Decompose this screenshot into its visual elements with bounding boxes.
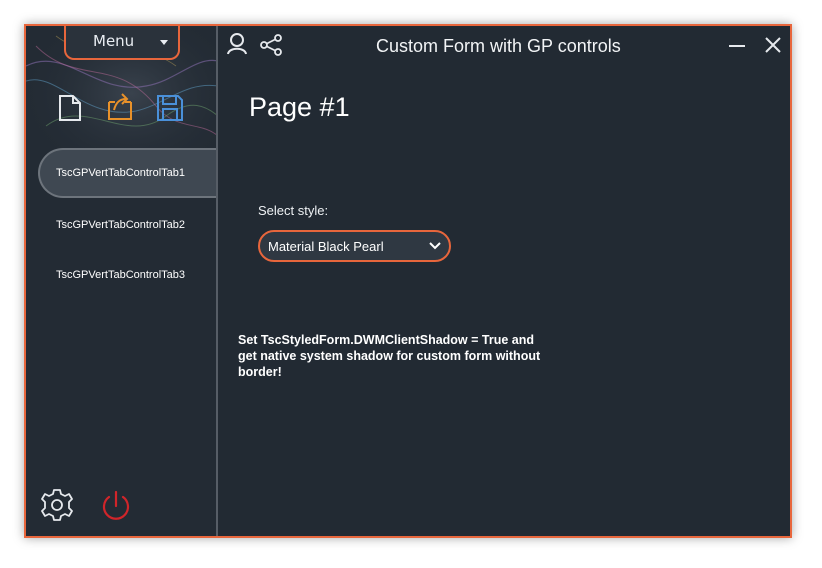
menu-button[interactable]: Menu (64, 26, 180, 60)
style-select-value: Material Black Pearl (268, 239, 384, 254)
power-icon[interactable] (100, 489, 132, 523)
info-note: Set TscStyledForm.DWMClientShadow = True… (238, 333, 541, 379)
tab-2[interactable]: TscGPVertTabControlTab2 (26, 206, 216, 246)
window-title: Custom Form with GP controls (376, 36, 621, 56)
tab-3-label: TscGPVertTabControlTab3 (56, 269, 186, 281)
close-icon[interactable] (764, 36, 782, 54)
settings-icon[interactable] (40, 488, 74, 522)
tab-2-label: TscGPVertTabControlTab2 (56, 219, 186, 231)
page-title: Page #1 (249, 92, 350, 122)
menu-button-label: Menu (93, 32, 135, 50)
save-icon[interactable] (156, 94, 184, 122)
tab-1-label: TscGPVertTabControlTab1 (56, 167, 186, 179)
chevron-down-icon (160, 40, 168, 45)
style-select[interactable]: Material Black Pearl (258, 230, 451, 262)
share-icon[interactable] (259, 34, 283, 56)
minimize-icon[interactable] (728, 44, 746, 48)
main-window: Menu TscGPVertTabControlTab1 TscGPVertTa… (24, 24, 792, 538)
select-style-label: Select style: (258, 203, 329, 218)
sidebar: Menu TscGPVertTabControlTab1 TscGPVertTa… (26, 26, 218, 536)
new-document-icon[interactable] (58, 94, 82, 122)
chevron-down-icon (429, 242, 441, 250)
export-icon[interactable] (106, 90, 134, 122)
tab-3[interactable]: TscGPVertTabControlTab3 (26, 256, 216, 296)
tab-1[interactable]: TscGPVertTabControlTab1 (38, 148, 216, 198)
user-icon[interactable] (226, 32, 248, 56)
